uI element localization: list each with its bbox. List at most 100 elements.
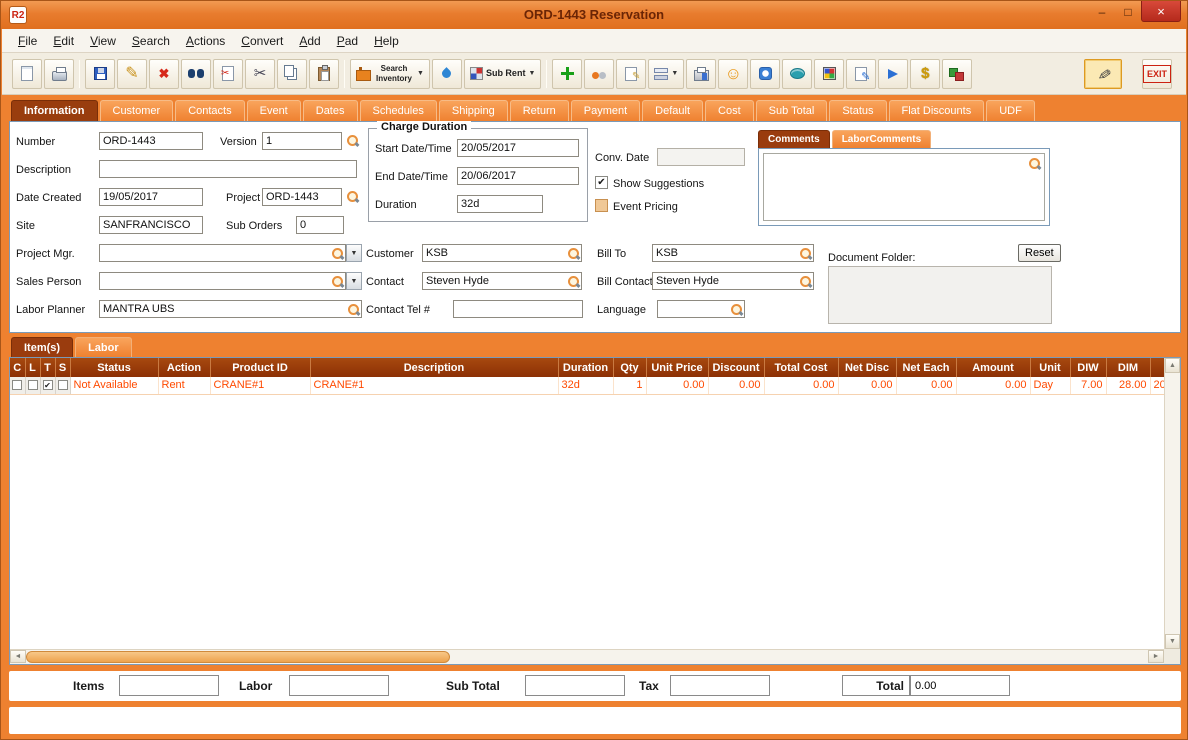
tab-udf[interactable]: UDF (986, 100, 1035, 121)
tab-labor[interactable]: Labor (75, 337, 132, 357)
feedback-button[interactable] (718, 58, 749, 89)
scroll-down-button[interactable]: ▼ (1165, 634, 1180, 649)
tab-comments[interactable]: Comments (758, 130, 830, 148)
grid-col-net-each[interactable]: Net Each (896, 358, 957, 377)
tab-sub-total[interactable]: Sub Total (755, 100, 828, 121)
row-checkbox-c[interactable] (12, 380, 23, 391)
new-button[interactable] (12, 58, 42, 89)
menu-add[interactable]: Add (291, 31, 328, 51)
menu-convert[interactable]: Convert (233, 31, 291, 51)
language-input[interactable] (658, 302, 730, 316)
summary-items-field[interactable] (119, 675, 219, 696)
document-edit-button[interactable] (846, 58, 877, 89)
tab-return[interactable]: Return (509, 100, 569, 121)
menu-pad[interactable]: Pad (329, 31, 366, 51)
reset-button[interactable]: Reset (1018, 244, 1061, 262)
comments-lookup-icon[interactable] (1028, 157, 1041, 170)
project-lookup-icon[interactable] (346, 190, 359, 203)
tab-payment[interactable]: Payment (570, 100, 641, 121)
version-input[interactable] (262, 132, 342, 150)
bill-contact-input[interactable] (653, 274, 799, 288)
tab-schedules[interactable]: Schedules (359, 100, 437, 121)
report-button[interactable] (686, 58, 717, 89)
pricing-button[interactable] (910, 58, 941, 89)
save-button[interactable] (85, 58, 115, 89)
remove-line-button[interactable] (213, 58, 243, 89)
fill-button[interactable] (431, 58, 462, 89)
summary-total-field[interactable] (910, 675, 1010, 696)
project-mgr-input[interactable] (100, 246, 331, 260)
tab-shipping[interactable]: Shipping (438, 100, 508, 121)
site-input[interactable] (99, 216, 203, 234)
grid-col-total-cost[interactable]: Total Cost (764, 358, 839, 377)
grid-col-unit-price[interactable]: Unit Price (646, 358, 709, 377)
conv-date-input[interactable] (657, 148, 745, 166)
kits-button[interactable] (942, 58, 973, 89)
search-inventory-button[interactable]: Search Inventory ▼ (350, 58, 430, 89)
maximize-button[interactable]: □ (1115, 1, 1141, 22)
menu-search[interactable]: Search (124, 31, 178, 51)
bill-contact-lookup-icon[interactable] (799, 275, 812, 288)
shipping-button[interactable] (782, 58, 813, 89)
notes-button[interactable] (616, 58, 647, 89)
duration-input[interactable] (457, 195, 543, 213)
customer-input[interactable] (423, 246, 567, 260)
number-input[interactable] (99, 132, 203, 150)
grid-col-dim[interactable]: DIM (1106, 358, 1151, 377)
tab-information[interactable]: Information (11, 100, 98, 121)
delete-button[interactable] (149, 58, 179, 89)
contact-tel-input[interactable] (453, 300, 583, 318)
grid-col-diw[interactable]: DIW (1070, 358, 1107, 377)
customer-lookup-icon[interactable] (567, 247, 580, 260)
summary-sub-total-field[interactable] (525, 675, 625, 696)
tab-labor-comments[interactable]: LaborComments (831, 130, 932, 148)
grid-col-product-id[interactable]: Product ID (210, 358, 311, 377)
tab-items[interactable]: Item(s) (11, 337, 74, 357)
inventory-cube-button[interactable] (814, 58, 845, 89)
sales-person-dropdown-button[interactable]: ▼ (346, 272, 362, 290)
pad-button[interactable]: ▼ (648, 58, 685, 89)
sales-person-input[interactable] (100, 274, 331, 288)
grid-col-s[interactable]: S (55, 358, 71, 377)
tab-status[interactable]: Status (829, 100, 887, 121)
sub-orders-input[interactable] (296, 216, 344, 234)
date-created-input[interactable] (99, 188, 203, 206)
paste-button[interactable] (309, 58, 339, 89)
scroll-left-button[interactable]: ◄ (10, 650, 26, 663)
language-lookup-icon[interactable] (730, 303, 743, 316)
show-suggestions-checkbox[interactable]: ✔ (595, 176, 608, 189)
description-input[interactable] (99, 160, 357, 178)
project-mgr-lookup-icon[interactable] (331, 247, 344, 260)
sales-person-lookup-icon[interactable] (331, 275, 344, 288)
labor-planner-lookup-icon[interactable] (347, 303, 360, 316)
transfer-button[interactable] (878, 58, 909, 89)
h-scroll-thumb[interactable] (26, 651, 450, 663)
grid-col-discount[interactable]: Discount (708, 358, 765, 377)
bill-to-lookup-icon[interactable] (799, 247, 812, 260)
menu-view[interactable]: View (82, 31, 124, 51)
sub-rent-button[interactable]: Sub Rent ▼ (463, 58, 542, 89)
bill-to-input[interactable] (653, 246, 799, 260)
menu-actions[interactable]: Actions (178, 31, 233, 51)
end-date-input[interactable] (457, 167, 579, 185)
contact-lookup-icon[interactable] (567, 275, 580, 288)
close-button[interactable]: × (1141, 1, 1181, 22)
menu-help[interactable]: Help (366, 31, 407, 51)
scroll-right-button[interactable]: ► (1148, 650, 1164, 663)
grid-col-amount[interactable]: Amount (956, 358, 1031, 377)
group-button[interactable] (584, 58, 615, 89)
copy-button[interactable] (277, 58, 307, 89)
schedule-button[interactable] (750, 58, 781, 89)
summary-tax-field[interactable] (670, 675, 770, 696)
project-mgr-dropdown-button[interactable]: ▼ (346, 244, 362, 262)
grid-col-t[interactable]: T (40, 358, 56, 377)
row-checkbox-t[interactable]: ✔ (42, 380, 53, 391)
exit-button[interactable]: EXIT (1142, 58, 1172, 89)
menu-file[interactable]: File (10, 31, 45, 51)
version-lookup-icon[interactable] (346, 134, 359, 147)
grid-col-description[interactable]: Description (310, 358, 559, 377)
tab-customer[interactable]: Customer (99, 100, 174, 121)
row-checkbox-s[interactable] (57, 380, 68, 391)
grid-col-c[interactable]: C (10, 358, 26, 377)
row-checkbox-l[interactable] (27, 380, 38, 391)
